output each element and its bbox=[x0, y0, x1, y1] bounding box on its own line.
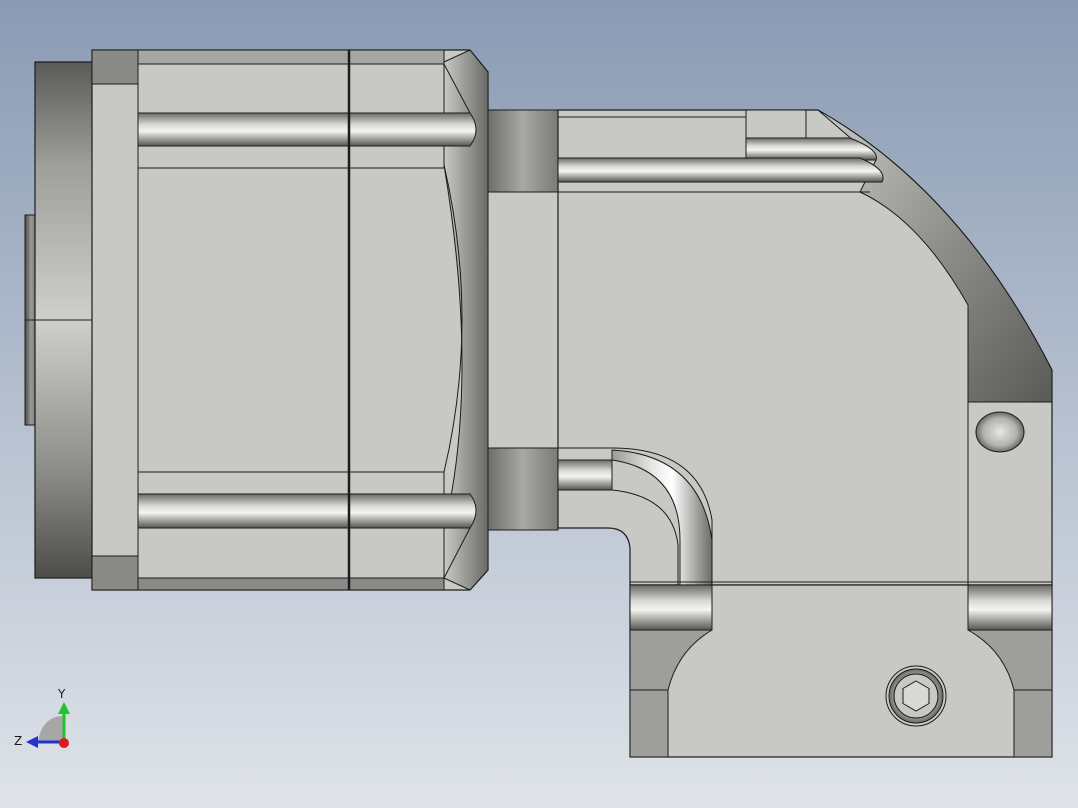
connecting-neck[interactable] bbox=[487, 109, 559, 531]
cad-viewport[interactable]: Y Z bbox=[0, 0, 1078, 808]
motor-flange[interactable] bbox=[24, 61, 94, 579]
triad-x-axis-icon bbox=[59, 738, 69, 748]
output-base[interactable] bbox=[629, 581, 1053, 758]
triad-z-label: Z bbox=[14, 734, 22, 748]
input-housing[interactable] bbox=[91, 49, 489, 591]
side-hole-icon bbox=[975, 411, 1025, 453]
socket-screw-icon bbox=[885, 665, 947, 727]
triad-y-label: Y bbox=[57, 687, 66, 701]
graphics-area[interactable]: Y Z bbox=[0, 0, 1078, 808]
